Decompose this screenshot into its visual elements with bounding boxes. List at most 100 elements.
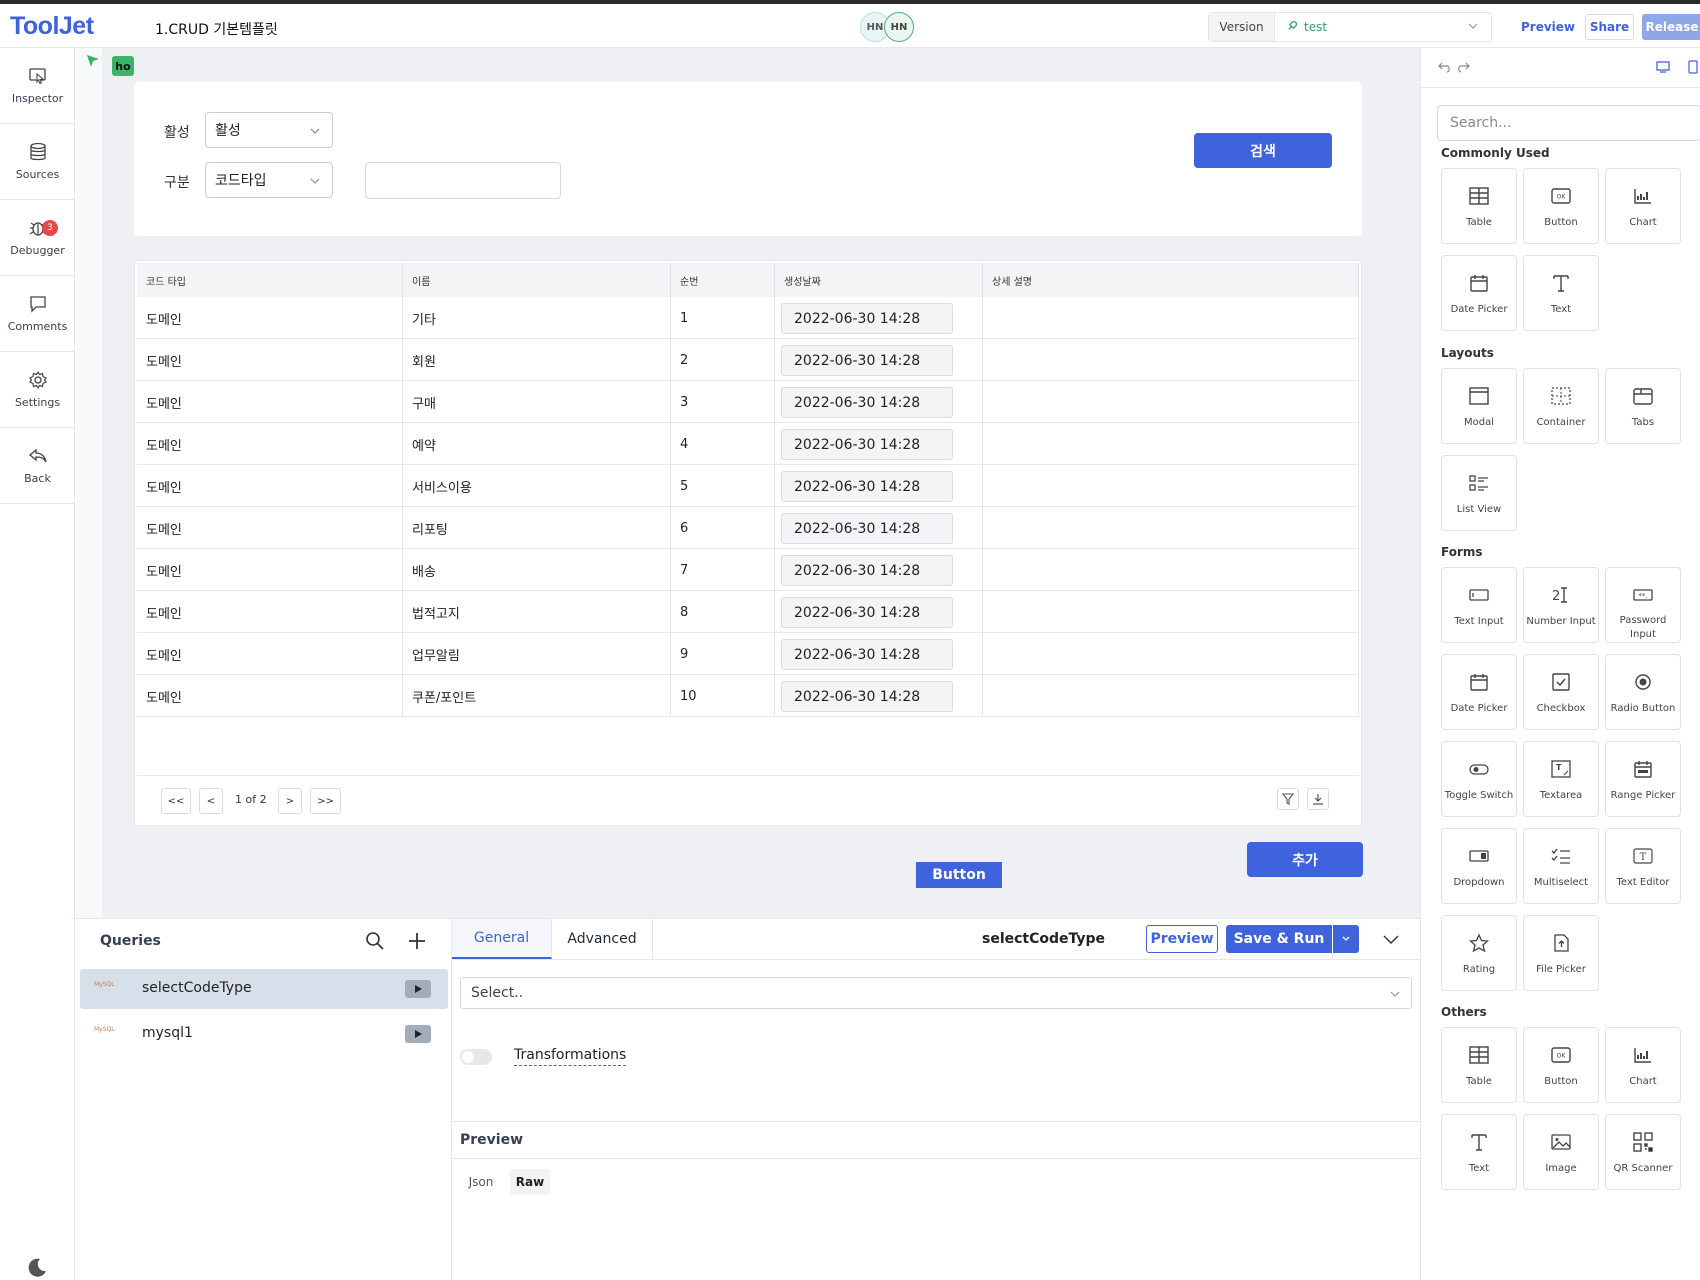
table-cell[interactable]: 8 <box>671 591 775 633</box>
undo-icon[interactable] <box>1437 60 1453 74</box>
widget-date-picker[interactable]: Date Picker <box>1441 255 1517 331</box>
table-cell[interactable] <box>983 633 1359 675</box>
table-row[interactable]: 도메인 기타 1 2022-06-30 14:28 <box>137 297 1359 339</box>
table-row[interactable]: 도메인 회원 2 2022-06-30 14:28 <box>137 339 1359 381</box>
table-cell[interactable]: 6 <box>671 507 775 549</box>
filter-icon[interactable] <box>1277 788 1299 810</box>
sidebar-item-back[interactable]: Back <box>0 428 75 504</box>
widget-dropdown[interactable]: Dropdown <box>1441 828 1517 904</box>
tooljet-logo[interactable]: ToolJet <box>10 12 94 41</box>
tab-advanced[interactable]: Advanced <box>552 919 653 959</box>
dark-mode-icon[interactable] <box>26 1256 48 1278</box>
widget-chart[interactable]: Chart <box>1605 1027 1681 1103</box>
table-cell[interactable]: 리포팅 <box>403 507 671 549</box>
transformations-toggle[interactable] <box>460 1049 492 1065</box>
date-cell-input[interactable]: 2022-06-30 14:28 <box>781 429 953 460</box>
table-cell[interactable]: 도메인 <box>137 381 403 423</box>
search-icon[interactable] <box>364 930 386 952</box>
widget-button[interactable]: OK Button <box>1523 1027 1599 1103</box>
widget-qr-scanner[interactable]: QR Scanner <box>1605 1114 1681 1190</box>
table-cell[interactable]: 2022-06-30 14:28 <box>775 591 983 633</box>
widget-textarea[interactable]: T Textarea <box>1523 741 1599 817</box>
table-cell[interactable]: 10 <box>671 675 775 717</box>
date-cell-input[interactable]: 2022-06-30 14:28 <box>781 303 953 334</box>
data-table[interactable]: 코드 타입 이름 순번 생성날짜 상세 설명 도메인 기타 1 2022-06-30 … <box>134 260 1362 826</box>
download-icon[interactable] <box>1307 788 1329 810</box>
run-query-button[interactable] <box>405 980 431 998</box>
column-header[interactable]: 생성날짜 <box>775 263 983 297</box>
search-text-input[interactable] <box>365 162 561 199</box>
prev-page-button[interactable]: < <box>199 788 223 814</box>
widget-text-editor[interactable]: T Text Editor <box>1605 828 1681 904</box>
table-cell[interactable]: 4 <box>671 423 775 465</box>
widget-image[interactable]: Image <box>1523 1114 1599 1190</box>
widget-text[interactable]: Text <box>1523 255 1599 331</box>
run-query-button[interactable] <box>405 1025 431 1043</box>
table-cell[interactable]: 쿠폰/포인트 <box>403 675 671 717</box>
widget-container[interactable]: Container <box>1523 368 1599 444</box>
share-button[interactable]: Share <box>1585 14 1634 40</box>
table-cell[interactable]: 도메인 <box>137 339 403 381</box>
widget-modal[interactable]: Modal <box>1441 368 1517 444</box>
table-cell[interactable]: 도메인 <box>137 633 403 675</box>
query-title[interactable]: selectCodeType <box>982 931 1105 947</box>
widget-table[interactable]: Table <box>1441 1027 1517 1103</box>
table-row[interactable]: 도메인 법적고지 8 2022-06-30 14:28 <box>137 591 1359 633</box>
table-cell[interactable]: 2022-06-30 14:28 <box>775 465 983 507</box>
table-cell[interactable]: 배송 <box>403 549 671 591</box>
sidebar-item-settings[interactable]: Settings <box>0 352 75 428</box>
table-cell[interactable]: 구매 <box>403 381 671 423</box>
table-cell[interactable]: 업무알림 <box>403 633 671 675</box>
redo-icon[interactable] <box>1455 60 1471 74</box>
table-cell[interactable] <box>983 507 1359 549</box>
tab-raw[interactable]: Raw <box>510 1169 550 1195</box>
type-dropdown[interactable]: 코드타입 <box>205 162 333 198</box>
table-cell[interactable]: 법적고지 <box>403 591 671 633</box>
table-cell[interactable]: 도메인 <box>137 507 403 549</box>
sidebar-item-debugger[interactable]: 3 Debugger <box>0 200 75 276</box>
add-icon[interactable] <box>406 930 428 952</box>
column-header[interactable]: 코드 타입 <box>137 263 403 297</box>
last-page-button[interactable]: >> <box>310 788 341 814</box>
table-cell[interactable]: 2022-06-30 14:28 <box>775 675 983 717</box>
widget-rating[interactable]: Rating <box>1441 915 1517 991</box>
table-cell[interactable]: 도메인 <box>137 423 403 465</box>
preview-button[interactable]: Preview <box>1518 14 1578 40</box>
query-select[interactable]: Select.. <box>460 977 1412 1009</box>
table-cell[interactable]: 2022-06-30 14:28 <box>775 297 983 339</box>
tab-general[interactable]: General <box>452 919 552 959</box>
widget-number-input[interactable]: 2 Number Input <box>1523 567 1599 643</box>
widget-file-picker[interactable]: File Picker <box>1523 915 1599 991</box>
table-cell[interactable]: 2022-06-30 14:28 <box>775 381 983 423</box>
table-cell[interactable]: 3 <box>671 381 775 423</box>
release-button[interactable]: Release <box>1642 14 1700 40</box>
table-cell[interactable]: 도메인 <box>137 465 403 507</box>
table-cell[interactable] <box>983 381 1359 423</box>
save-run-button[interactable]: Save & Run <box>1226 925 1332 953</box>
table-cell[interactable]: 2022-06-30 14:28 <box>775 423 983 465</box>
table-cell[interactable]: 2022-06-30 14:28 <box>775 507 983 549</box>
active-dropdown[interactable]: 활성 <box>205 112 333 148</box>
table-cell[interactable]: 회원 <box>403 339 671 381</box>
table-cell[interactable]: 2 <box>671 339 775 381</box>
widget-text[interactable]: Text <box>1441 1114 1517 1190</box>
query-item[interactable]: MySQL selectCodeType <box>80 969 448 1009</box>
table-cell[interactable]: 도메인 <box>137 591 403 633</box>
widget-checkbox[interactable]: Checkbox <box>1523 654 1599 730</box>
table-cell[interactable]: 2022-06-30 14:28 <box>775 633 983 675</box>
date-cell-input[interactable]: 2022-06-30 14:28 <box>781 555 953 586</box>
widget-multiselect[interactable]: Multiselect <box>1523 828 1599 904</box>
date-cell-input[interactable]: 2022-06-30 14:28 <box>781 513 953 544</box>
table-cell[interactable] <box>983 549 1359 591</box>
table-cell[interactable]: 도메인 <box>137 297 403 339</box>
table-cell[interactable]: 서비스이용 <box>403 465 671 507</box>
table-cell[interactable]: 도메인 <box>137 549 403 591</box>
column-header[interactable]: 이름 <box>403 263 671 297</box>
widget-range-picker[interactable]: Range Picker <box>1605 741 1681 817</box>
sidebar-item-inspector[interactable]: Inspector <box>0 48 75 124</box>
table-cell[interactable]: 기타 <box>403 297 671 339</box>
date-cell-input[interactable]: 2022-06-30 14:28 <box>781 471 953 502</box>
search-container[interactable]: 활성 활성 구분 코드타입 검색 <box>134 82 1362 236</box>
widget-chart[interactable]: Chart <box>1605 168 1681 244</box>
preview-query-button[interactable]: Preview <box>1146 925 1218 953</box>
